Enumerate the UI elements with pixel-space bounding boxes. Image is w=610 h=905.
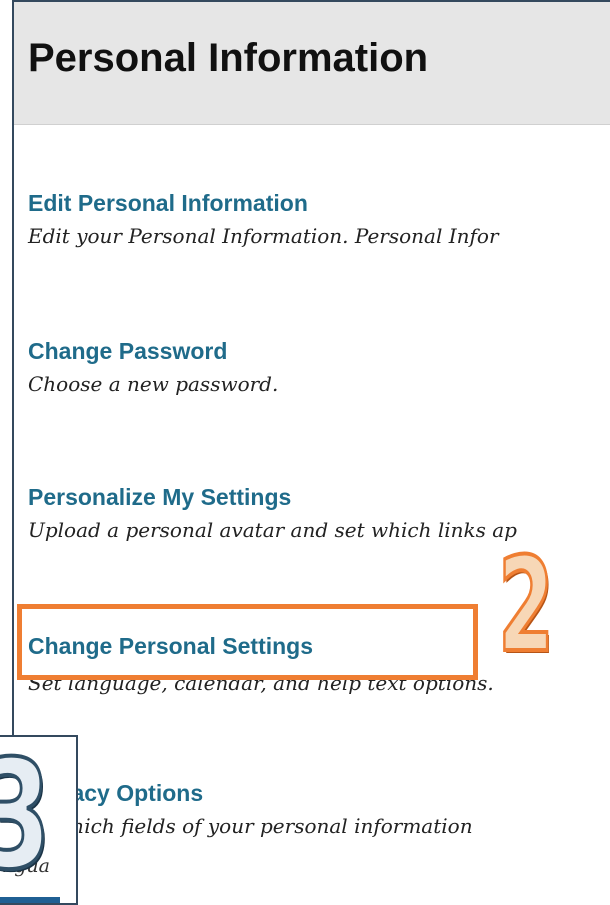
personal-information-panel: Personal Information Edit Personal Infor… [12,0,610,903]
change-password-link[interactable]: Change Password [28,338,278,365]
step-highlight-box [17,604,478,680]
privacy-options-description: et which fields of your personal informa… [28,814,473,838]
personalize-my-settings-link[interactable]: Personalize My Settings [28,484,517,511]
list-item-privacy-options: Privacy Options et which fields of your … [28,780,473,838]
step-number-two-annotation: 2 [497,529,556,681]
personalize-my-settings-description: Upload a personal avatar and set which l… [28,518,517,542]
page-title: Personal Information [28,36,429,80]
list-item-change-password: Change Password Choose a new password. [28,338,278,396]
edit-personal-information-link[interactable]: Edit Personal Information [28,190,499,217]
privacy-options-link[interactable]: Privacy Options [28,780,473,807]
change-password-description: Choose a new password. [28,372,279,396]
panel-header: Personal Information [14,2,610,125]
list-item-personalize-my-settings: Personalize My Settings Upload a persona… [28,484,517,542]
edit-personal-information-description: Edit your Personal Information. Personal… [28,224,499,248]
list-item-edit-personal-information: Edit Personal Information Edit your Pers… [28,190,499,248]
step-three-inset: ngua 3 [0,735,78,905]
inset-accent-bar [0,897,60,903]
step-number-three-annotation: 3 [0,739,52,893]
